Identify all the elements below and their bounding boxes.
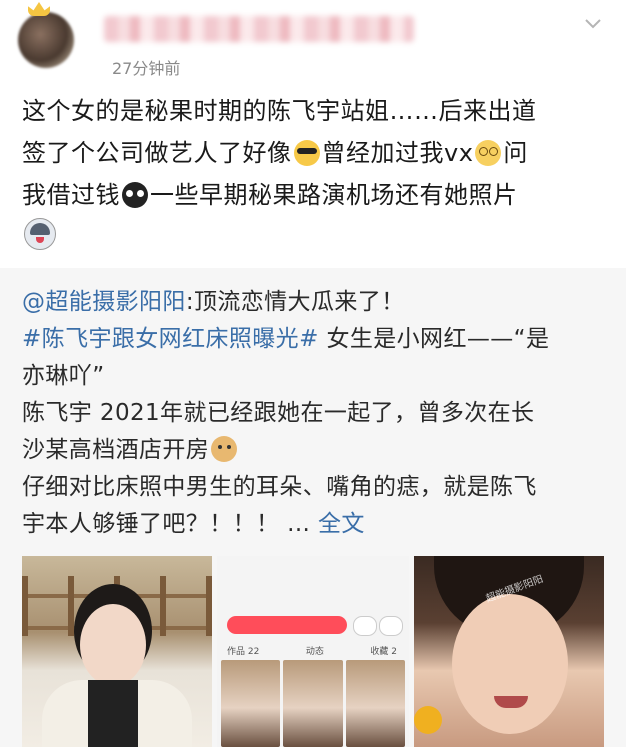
post-line: 这个女的是秘果时期的陈飞宇站姐……后来出道: [22, 97, 537, 125]
husky-emoji-icon: [24, 218, 56, 250]
video-cell: [345, 660, 405, 747]
post-line: 我借过钱 一些早期秘果路演机场还有她照片: [22, 174, 612, 216]
repost-text: @超能摄影阳阳:顶流恋情大瓜来了！ #陈飞宇跟女网红床照曝光# 女生是小网红——…: [22, 284, 612, 543]
crown-icon: [28, 2, 50, 16]
repost-line: 亦琳吖”: [22, 363, 105, 389]
badge-icon: [414, 706, 442, 734]
repost-line: 宇本人够锤了吧？！！！ ... 全文: [22, 506, 612, 543]
post-header: 27分钟前: [0, 0, 626, 84]
post-text-span: 曾经加过我vx: [321, 139, 474, 167]
post-text: 这个女的是秘果时期的陈飞宇站姐……后来出道 签了个公司做艺人了好像 曾经加过我vx…: [22, 90, 612, 258]
dark-face-emoji-icon: [122, 182, 148, 208]
photo-grid: 作品 22 动态 收藏 2 超能摄影阳阳: [22, 556, 604, 747]
repost-line: 沙某高档酒店开房: [22, 432, 612, 469]
post-text-span: 我借过钱: [22, 181, 120, 209]
repost-line: #陈飞宇跟女网红床照曝光# 女生是小网红——“是: [22, 321, 612, 358]
video-cell: [221, 660, 281, 747]
follow-button-screenshot: [227, 616, 347, 634]
video-grid: [221, 660, 405, 747]
chevron-down-icon[interactable]: [583, 14, 603, 34]
hashtag-link[interactable]: #陈飞宇跟女网红床照曝光#: [22, 326, 319, 352]
chevron-icon: [379, 616, 403, 636]
repost-author-link[interactable]: @超能摄影阳阳: [22, 289, 186, 315]
doge-emoji-icon: [211, 436, 238, 462]
post-text-span: 一些早期秘果路演机场还有她照片: [150, 181, 518, 209]
profile-tabs: 作品 22 动态 收藏 2: [227, 644, 397, 657]
person-face: [80, 604, 146, 686]
username-blurred[interactable]: [104, 16, 414, 42]
photo-thumbnail-1[interactable]: [22, 556, 212, 747]
repost-text-span: 女生是小网红——“是: [318, 326, 550, 352]
tab-posts: 动态: [305, 647, 324, 657]
avatar[interactable]: [18, 12, 74, 68]
person-face: [452, 594, 568, 734]
photo-thumbnail-3[interactable]: 超能摄影阳阳: [414, 556, 604, 747]
repost-line: 陈飞宇 2021年就已经跟她在一起了，曾多次在长: [22, 400, 535, 426]
post-text-span: 签了个公司做艺人了好像: [22, 139, 292, 167]
repost-card[interactable]: @超能摄影阳阳:顶流恋情大瓜来了！ #陈飞宇跟女网红床照曝光# 女生是小网红——…: [0, 268, 626, 747]
repost-text-span: 宇本人够锤了吧？！！！ ...: [22, 511, 318, 537]
heart-icon: [353, 616, 377, 636]
repost-headline: :顶流恋情大瓜来了！: [185, 289, 405, 315]
post-text-span: 问: [503, 139, 528, 167]
cool-emoji-icon: [293, 140, 320, 166]
video-cell: [283, 660, 343, 747]
person-scarf: [88, 680, 138, 747]
tab-favorites: 收藏 2: [370, 647, 397, 657]
photo-thumbnail-2[interactable]: 作品 22 动态 收藏 2: [217, 556, 409, 747]
repost-line: 仔细对比床照中男生的耳朵、嘴角的痣，就是陈飞: [22, 474, 537, 500]
post-timestamp: 27分钟前: [112, 59, 181, 78]
repost-line: @超能摄影阳阳:顶流恋情大瓜来了！: [22, 284, 612, 321]
tab-works: 作品 22: [227, 647, 260, 657]
dizzy-emoji-icon: [475, 140, 502, 166]
full-text-link[interactable]: 全文: [318, 511, 365, 537]
post-line: 签了个公司做艺人了好像 曾经加过我vx 问: [22, 132, 612, 174]
repost-text-span: 沙某高档酒店开房: [22, 437, 210, 463]
post-line: [22, 216, 612, 258]
